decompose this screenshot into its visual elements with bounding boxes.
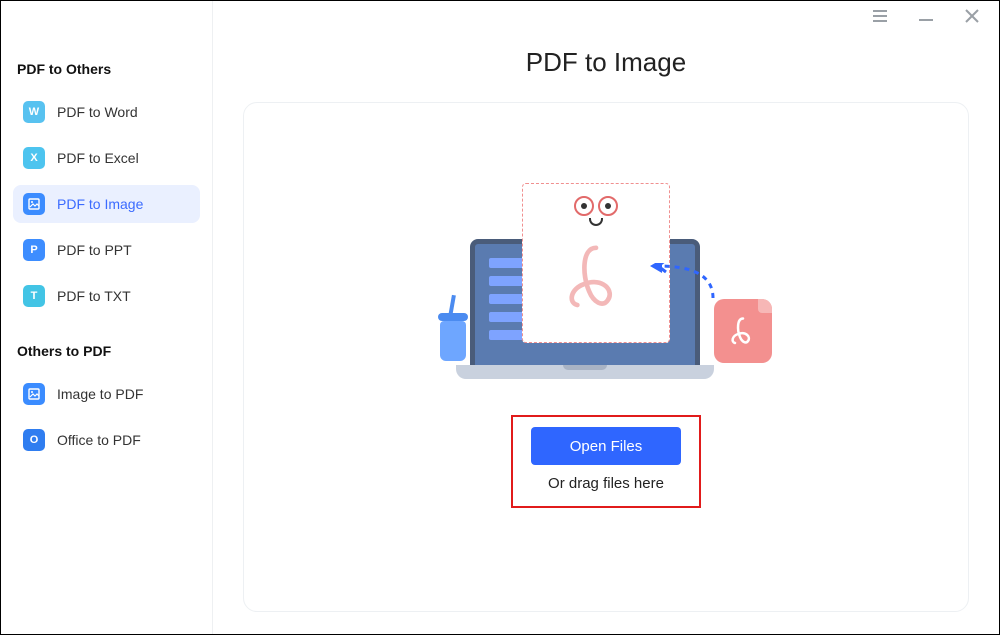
open-files-button[interactable]: Open Files <box>531 427 681 465</box>
drop-area-card[interactable]: Open Files Or drag files here <box>243 102 969 612</box>
close-icon[interactable] <box>963 7 981 25</box>
sidebar-group-title-2: Others to PDF <box>17 343 200 359</box>
sidebar-item-pdf-to-word[interactable]: W PDF to Word <box>13 93 200 131</box>
office-icon: O <box>23 429 45 451</box>
txt-icon: T <box>23 285 45 307</box>
sidebar-item-pdf-to-excel[interactable]: X PDF to Excel <box>13 139 200 177</box>
sidebar-item-label: PDF to Excel <box>57 150 139 166</box>
open-files-highlight: Open Files Or drag files here <box>511 415 701 508</box>
main-panel: PDF to Image <box>213 1 999 634</box>
image-icon <box>23 193 45 215</box>
laptop-base-graphic <box>456 365 714 379</box>
image-to-pdf-icon <box>23 383 45 405</box>
arrow-dashed-icon <box>648 263 718 303</box>
sidebar-item-office-to-pdf[interactable]: O Office to PDF <box>13 421 200 459</box>
sidebar-item-pdf-to-ppt[interactable]: P PDF to PPT <box>13 231 200 269</box>
sidebar-item-label: PDF to Image <box>57 196 143 212</box>
drag-hint-label: Or drag files here <box>548 475 664 492</box>
sidebar-group-title-1: PDF to Others <box>17 61 200 77</box>
pdf-file-icon <box>714 299 772 363</box>
sidebar-item-label: PDF to PPT <box>57 242 132 258</box>
ppt-icon: P <box>23 239 45 261</box>
sidebar-item-label: PDF to TXT <box>57 288 131 304</box>
acrobat-swirl-icon <box>561 242 631 312</box>
page-title: PDF to Image <box>243 47 969 78</box>
sidebar-item-pdf-to-image[interactable]: PDF to Image <box>13 185 200 223</box>
cup-graphic <box>434 303 472 361</box>
sidebar-item-label: Image to PDF <box>57 386 143 402</box>
sidebar-item-pdf-to-txt[interactable]: T PDF to TXT <box>13 277 200 315</box>
excel-icon: X <box>23 147 45 169</box>
minimize-icon[interactable] <box>917 7 935 25</box>
menu-icon[interactable] <box>871 7 889 25</box>
sidebar-item-label: Office to PDF <box>57 432 141 448</box>
sidebar: PDF to Others W PDF to Word X PDF to Exc… <box>1 1 213 634</box>
sidebar-item-image-to-pdf[interactable]: Image to PDF <box>13 375 200 413</box>
illustration <box>446 183 766 393</box>
window-controls <box>871 7 981 25</box>
sidebar-item-label: PDF to Word <box>57 104 138 120</box>
word-icon: W <box>23 101 45 123</box>
